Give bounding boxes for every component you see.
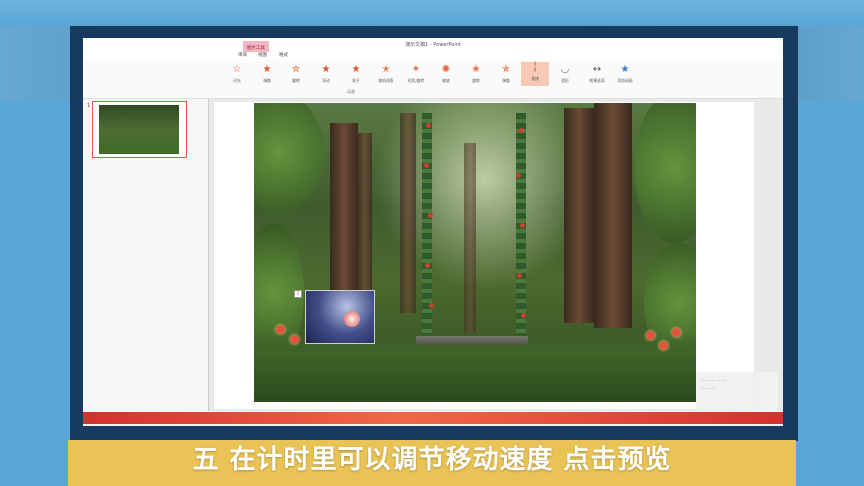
red-berry — [519, 128, 524, 133]
effect-arc-button[interactable]: ◡ 弧形 — [551, 64, 579, 84]
fairy-image[interactable] — [305, 290, 375, 344]
stone-bench — [416, 336, 528, 345]
star-icon: ✭ — [381, 64, 391, 75]
tree-trunk — [358, 133, 372, 313]
effect-spin-button[interactable]: ✬ 旋转 — [462, 64, 490, 84]
effect-shape-button[interactable]: ✶ 形状/旋转 — [402, 64, 430, 84]
effect-float-button[interactable]: ★ 浮动 — [312, 64, 340, 84]
tab-format[interactable]: 格式 — [279, 52, 288, 58]
caption-bar: 五 在计时里可以调节移动速度 点击预览 — [68, 440, 796, 486]
effect-options-button[interactable]: ↔ 效果选项 — [583, 64, 611, 84]
star-add-icon: ★ — [620, 64, 630, 75]
effect-bounce-button[interactable]: ★ 弹跳 — [253, 64, 281, 84]
effect-zoom-button[interactable]: ✺ 缩放 — [432, 64, 460, 84]
thumbnail-image — [99, 105, 179, 154]
slide-number: 1 — [87, 103, 91, 109]
line-path-icon: ╎ — [531, 62, 539, 73]
effect-random-lines-button[interactable]: ✭ 随机线条 — [372, 64, 400, 84]
star-icon: ✮ — [291, 64, 301, 75]
effect-bounce2-button[interactable]: ✯ 弹跳 — [492, 64, 520, 84]
effect-sparkle-button[interactable]: ☆ 闪光 — [223, 64, 251, 84]
tree-trunk — [464, 143, 476, 333]
red-berry — [429, 303, 434, 308]
status-bar — [83, 412, 783, 424]
star-icon: ★ — [262, 64, 272, 75]
red-berry — [520, 223, 525, 228]
tab-review[interactable]: 审阅 — [238, 52, 247, 58]
overlay-line: — — — — — — [701, 378, 727, 383]
slide-thumbnail-pane: 1 — [83, 99, 209, 411]
orange-flower — [659, 341, 668, 350]
orange-flower — [290, 335, 299, 344]
red-berry — [517, 273, 522, 278]
star-icon: ★ — [321, 64, 331, 75]
tree-trunk — [400, 113, 416, 313]
title-bar: 演示文稿1 - PowerPoint 图片工具 — [83, 38, 783, 57]
orange-flower — [672, 328, 681, 337]
slide-thumbnail[interactable] — [92, 101, 187, 158]
burst-icon: ✺ — [441, 64, 451, 75]
forest-background-image[interactable] — [254, 103, 696, 402]
tree-trunk — [564, 108, 594, 323]
overlay-line: — — — — [701, 386, 716, 391]
red-berry — [424, 163, 429, 168]
star-icon: ✶ — [411, 64, 421, 75]
window-title: 演示文稿1 - PowerPoint — [405, 42, 461, 48]
orange-flower — [276, 325, 285, 334]
red-berry — [426, 123, 431, 128]
animation-ribbon: ☆ 闪光 ★ 弹跳 ✮ 翻转 ★ 浮动 ★ 轮子 ✭ 随机线条 ✶ 形状/旋转 ✺ 缩放 ✬ 旋转… — [83, 60, 783, 99]
caption-text: 五 在计时里可以调节移动速度 点击预览 — [192, 445, 672, 475]
foliage — [634, 103, 696, 243]
star-icon: ✬ — [471, 64, 481, 75]
red-berry — [428, 213, 433, 218]
arrows-icon: ↔ — [592, 64, 602, 75]
foliage — [254, 103, 324, 213]
arc-path-icon: ◡ — [560, 64, 570, 75]
red-berry — [425, 263, 430, 268]
effect-flip-button[interactable]: ✮ 翻转 — [282, 64, 310, 84]
add-animation-button[interactable]: ★ 添加动画 — [611, 64, 639, 84]
tab-row: 审阅 视图 格式 — [83, 52, 783, 60]
group-label-animation: 动画 — [347, 89, 355, 94]
red-berry — [516, 173, 521, 178]
red-berry — [521, 313, 526, 318]
star-icon: ✯ — [501, 64, 511, 75]
tab-view[interactable]: 视图 — [258, 52, 267, 58]
fairy-figure — [344, 311, 360, 327]
tree-trunk — [594, 103, 632, 328]
effect-line-button[interactable]: ╎ 直线 — [521, 62, 549, 86]
background-top — [0, 0, 864, 26]
star-icon: ☆ — [232, 64, 242, 75]
star-icon: ★ — [351, 64, 361, 75]
orange-flower — [646, 331, 655, 340]
animation-order-marker[interactable]: 1 — [294, 290, 302, 298]
effect-wheel-button[interactable]: ★ 轮子 — [342, 64, 370, 84]
